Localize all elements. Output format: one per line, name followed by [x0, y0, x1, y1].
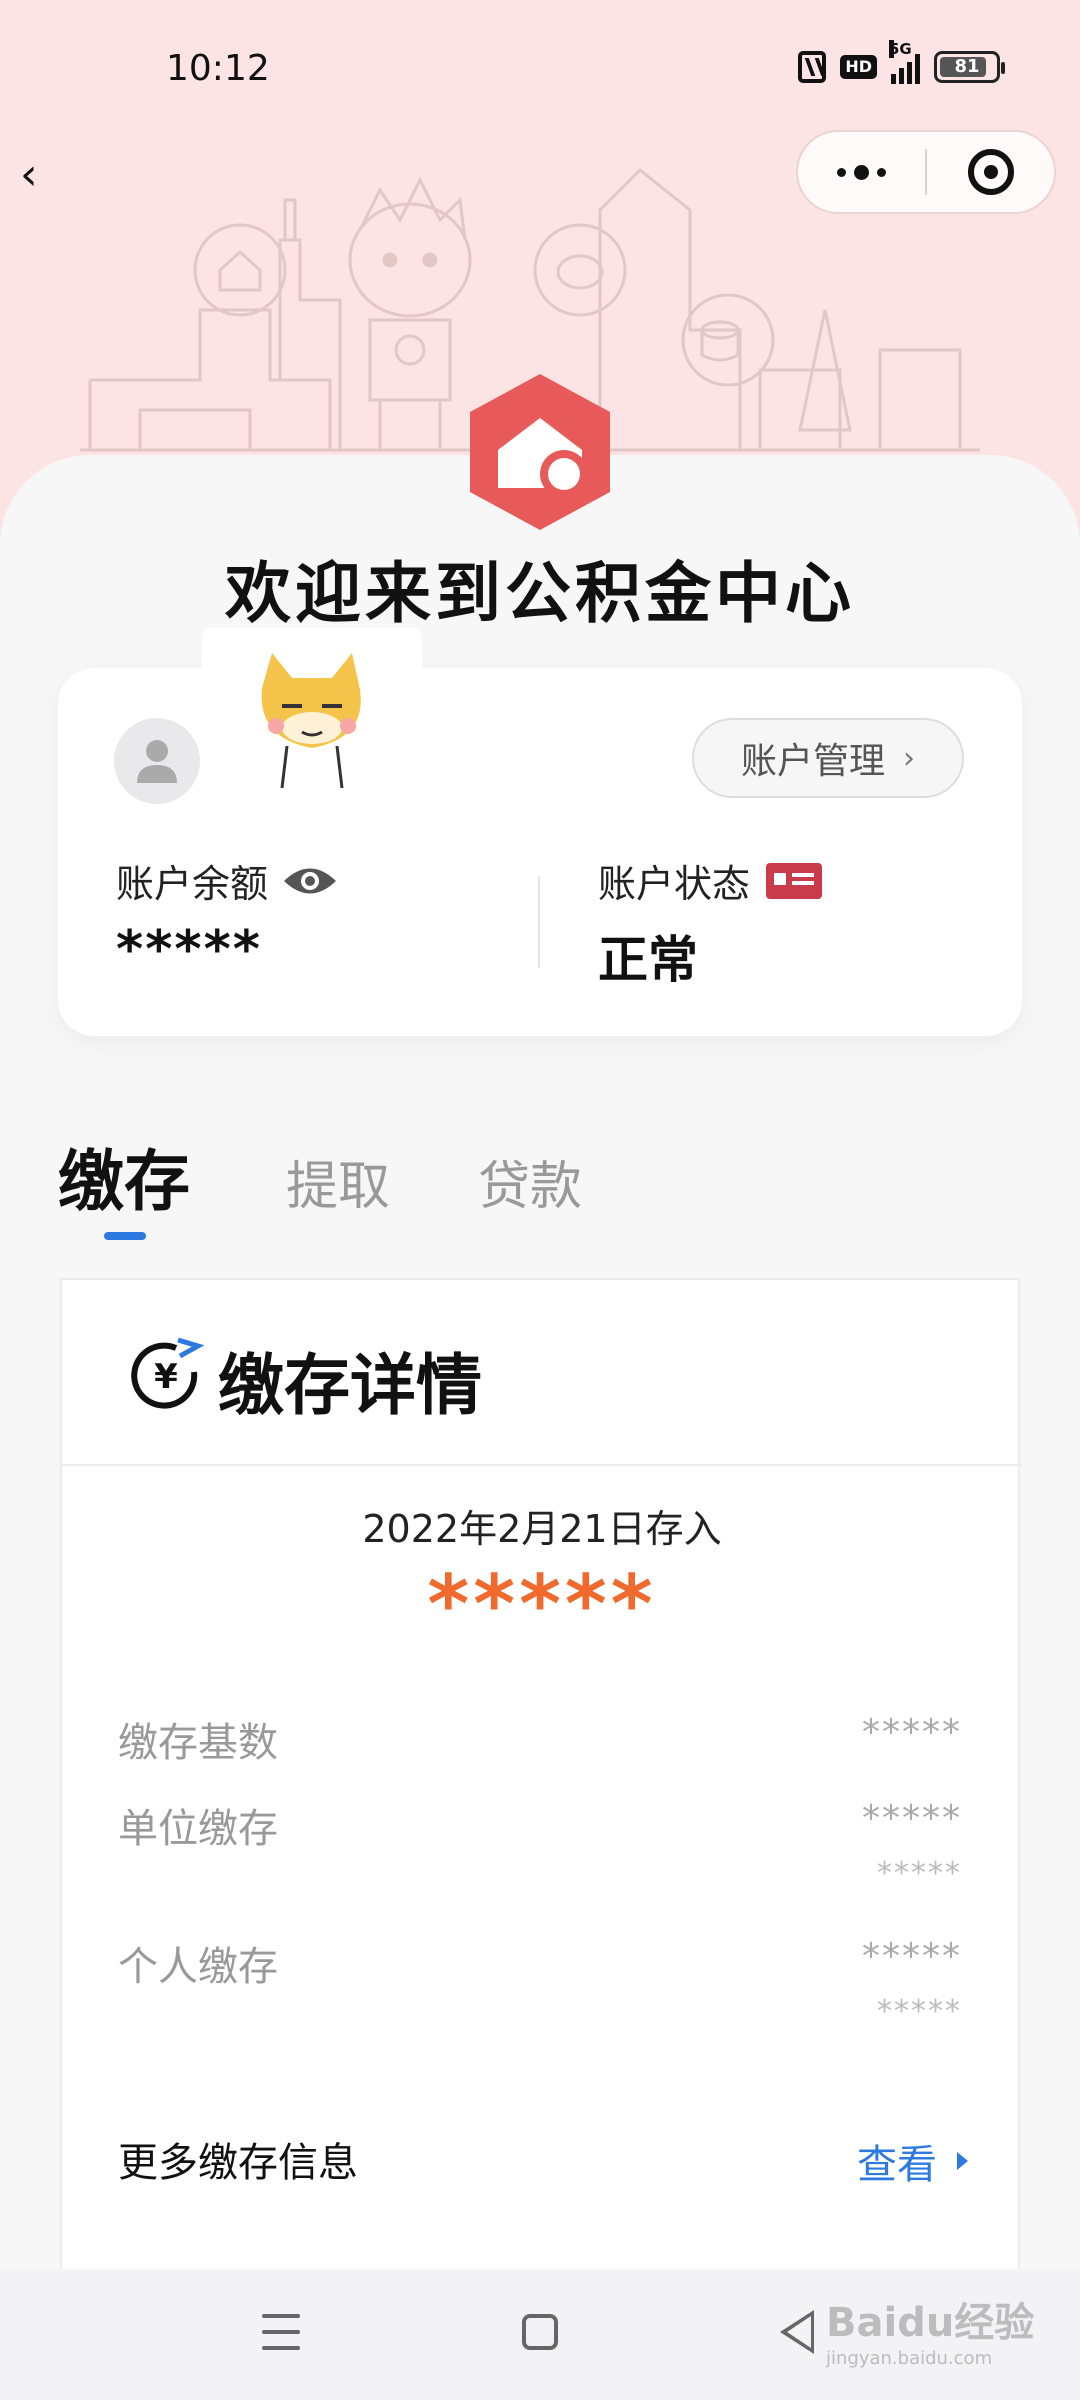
tab-withdraw[interactable]: 提取 — [286, 1144, 390, 1219]
network-label: 5G — [889, 40, 912, 58]
welcome-title: 欢迎来到公积金中心 — [225, 555, 855, 632]
doge-sticker-icon — [202, 628, 422, 798]
row-label-personal: 个人缴存 — [118, 1944, 278, 1990]
card-divider — [538, 876, 540, 968]
nav-home-button[interactable] — [522, 2314, 558, 2350]
nav-menu-button[interactable] — [262, 2314, 300, 2350]
battery-icon: 81 — [934, 51, 1005, 83]
detail-title: 缴存详情 — [218, 1347, 482, 1424]
view-label: 查看 — [857, 2142, 937, 2188]
row-value-personal: ***** — [862, 1936, 962, 1977]
status-icons: HD 5G 81 — [798, 40, 1005, 84]
eye-icon[interactable] — [282, 864, 338, 898]
mini-program-capsule — [796, 130, 1056, 214]
watermark-brand: Baidu经验 — [826, 2300, 1035, 2346]
user-icon — [137, 740, 177, 783]
balance-label: 账户余额 — [116, 862, 269, 906]
tab-deposit[interactable]: 缴存 — [58, 1128, 190, 1224]
more-menu-button[interactable] — [798, 132, 925, 212]
battery-level: 81 — [954, 56, 980, 77]
balance-label-group: 账户余额 — [116, 853, 338, 908]
nfc-icon — [798, 51, 827, 83]
hd-icon: HD — [840, 55, 877, 79]
triangle-right-icon — [957, 2152, 968, 2170]
deposit-amount: ***** — [427, 1558, 657, 1651]
row-sub-personal: ***** — [877, 1994, 962, 2029]
detail-header: ¥ 缴存详情 — [62, 1280, 1022, 1466]
row-sub-employer: ***** — [877, 1856, 962, 1891]
chevron-right-icon: › — [903, 740, 915, 776]
back-button[interactable]: ‹ — [20, 150, 70, 200]
status-label-group: 账户状态 — [598, 853, 823, 908]
row-value-employer: ***** — [862, 1798, 962, 1839]
balance-value: ***** — [116, 920, 262, 980]
status-time: 10:12 — [166, 48, 270, 89]
housing-fund-logo — [470, 374, 610, 530]
deposit-date: 2022年2月21日存入 — [362, 1507, 722, 1551]
account-card: 账户管理 › 账户余额 ***** 账户状态 正常 — [58, 628, 1022, 1036]
close-ring-icon — [967, 149, 1014, 195]
row-label-employer: 单位缴存 — [118, 1806, 278, 1852]
close-mini-program-button[interactable] — [927, 132, 1054, 212]
status-bar: 10:12 HD 5G 81 — [0, 0, 1080, 130]
row-value-base: ***** — [862, 1712, 962, 1753]
svg-text:¥: ¥ — [154, 1357, 178, 1397]
view-more-link[interactable]: 查看 — [857, 2132, 968, 2190]
deposit-detail-card: ¥ 缴存详情 2022年2月21日存入 ***** 缴存基数 ***** 单位缴… — [60, 1278, 1022, 2268]
watermark-url: jingyan.baidu.com — [826, 2348, 993, 2369]
more-dots-icon — [837, 164, 886, 180]
account-manage-label: 账户管理 — [740, 741, 885, 782]
active-tab-indicator — [104, 1232, 146, 1240]
nav-back-button[interactable] — [780, 2310, 814, 2354]
account-status-label: 账户状态 — [598, 862, 751, 906]
tab-loan[interactable]: 贷款 — [478, 1144, 582, 1219]
more-deposit-info-label: 更多缴存信息 — [118, 2140, 358, 2186]
yuan-refresh-icon: ¥ — [131, 1337, 205, 1409]
account-manage-button[interactable]: 账户管理 › — [692, 718, 964, 798]
id-card-icon — [766, 862, 823, 899]
signal-icon: 5G — [889, 40, 920, 84]
row-label-base: 缴存基数 — [118, 1720, 278, 1766]
account-status-value: 正常 — [598, 931, 698, 989]
avatar[interactable] — [114, 718, 200, 804]
